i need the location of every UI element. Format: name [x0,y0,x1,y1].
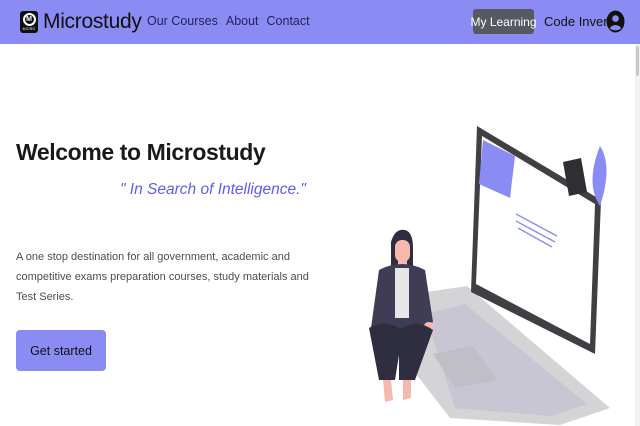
user-circle-icon[interactable] [606,10,625,33]
my-learning-button[interactable]: My Learning [470,9,537,34]
brand-logo-icon: M MICRO [20,11,38,33]
top-navbar: M MICRO Microstudy Our Courses About Con… [0,0,640,44]
hero-tagline: " In Search of Intelligence." [120,181,306,198]
brand[interactable]: M MICRO Microstudy [20,8,142,36]
brand-logo-subtext: MICRO [22,27,36,31]
page-scrollbar[interactable] [635,44,640,426]
hero-illustration [369,126,610,425]
get-started-button[interactable]: Get started [16,330,106,371]
hero-description: A one stop destination for all governmen… [16,251,309,303]
brand-name: Microstudy [43,10,142,33]
brand-logo-letter: M [22,13,36,26]
nav-link-about[interactable]: About [226,14,259,28]
scrollbar-thumb[interactable] [636,46,639,76]
nav-link-contact[interactable]: Contact [267,14,310,28]
hero-title: Welcome to Microstudy [16,139,266,165]
laptop-illustration [413,126,610,425]
nav-links: Our Courses About Contact [147,14,310,28]
nav-link-our-courses[interactable]: Our Courses [147,14,218,28]
